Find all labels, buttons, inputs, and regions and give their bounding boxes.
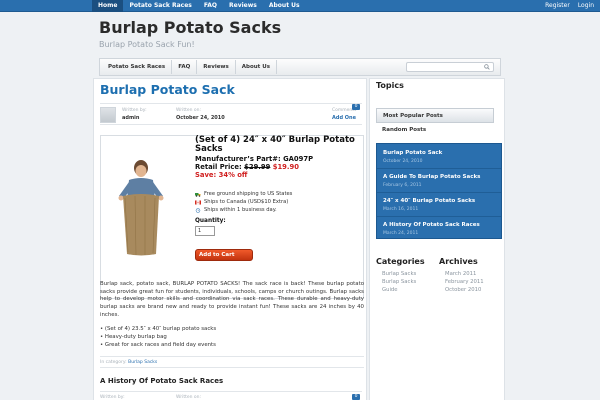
product-box: (Set of 4) 24″ x 40″ Burlap Potato Sacks… [100, 135, 364, 299]
category-link[interactable]: Burlap Sacks [382, 270, 416, 278]
site-title[interactable]: Burlap Potato Sacks [99, 18, 281, 37]
feature-list: • (Set of 4) 23.5″ x 40″ burlap potato s… [100, 326, 364, 349]
cart-label: Add to Cart [199, 252, 235, 258]
popular-post-date: March 16, 2011 [383, 207, 419, 212]
category-label: In category: [100, 360, 127, 365]
list-item: • (Set of 4) 23.5″ x 40″ burlap potato s… [100, 326, 217, 332]
avatar [100, 107, 116, 123]
tab-most-popular[interactable]: Most Popular Posts [376, 108, 494, 123]
shipping-us-text: Free ground shipping to US States [204, 191, 293, 197]
shipping-time-text: Ships within 1 business day. [204, 207, 277, 213]
shipping-time: Ships within 1 business day. [195, 207, 277, 213]
sale-price: $19.90 [272, 163, 299, 171]
top-nav-reviews[interactable]: Reviews [223, 0, 263, 12]
old-price: $29.99 [244, 163, 271, 171]
top-nav-potato-sack-races[interactable]: Potato Sack Races [123, 0, 197, 12]
divider [377, 192, 501, 193]
post-title[interactable]: Burlap Potato Sack [100, 82, 235, 97]
main-nav-potato-sack-races[interactable]: Potato Sack Races [102, 60, 173, 74]
next-post-meta: Written by: Written on: 0 [100, 391, 362, 400]
post-meta: Written by: admin Written on: October 24… [100, 103, 362, 125]
main-nav-faq[interactable]: FAQ [172, 60, 198, 74]
written-on-label: Written on: [176, 108, 202, 113]
truck-icon [195, 192, 201, 197]
search-input[interactable] [406, 62, 494, 72]
sidebar-title: Topics [376, 81, 404, 90]
post-date: October 24, 2010 [176, 115, 225, 121]
categories-title: Categories [376, 257, 425, 266]
main-nav-reviews[interactable]: Reviews [197, 60, 236, 74]
tab-random[interactable]: Random Posts [376, 123, 494, 138]
popular-post-link[interactable]: A Guide To Burlap Potato Sacks [383, 174, 480, 180]
site-tagline: Burlap Potato Sack Fun! [99, 40, 195, 49]
add-comment-link[interactable]: Add One [332, 115, 356, 121]
archive-link[interactable]: October 2010 [445, 286, 481, 294]
archive-link[interactable]: February 2011 [445, 278, 484, 286]
archive-link[interactable]: March 2011 [445, 270, 476, 278]
top-bar: Home Potato Sack Races FAQ Reviews About… [0, 0, 600, 12]
top-nav-about-us[interactable]: About Us [263, 0, 306, 12]
post-category: In category: Burlap Sacks [100, 356, 364, 368]
popular-posts-list: Burlap Potato Sack October 24, 2010 A Gu… [376, 143, 502, 239]
next-written-on-label: Written on: [176, 395, 202, 400]
comments-count-icon[interactable]: 0 [352, 104, 360, 110]
login-link[interactable]: Login [578, 0, 594, 11]
quantity-label: Quantity: [195, 218, 226, 224]
written-by-label: Written by: [122, 108, 147, 113]
top-nav-home[interactable]: Home [92, 0, 124, 12]
part-value: GA097P [283, 155, 314, 163]
quantity-input[interactable]: 1 [195, 226, 215, 236]
shipping-us: Free ground shipping to US States [195, 191, 292, 197]
shipping-canada: Ships to Canada (USD$10 Extra) [195, 199, 288, 205]
top-nav-faq[interactable]: FAQ [198, 0, 223, 12]
archives-title: Archives [439, 257, 478, 266]
product-title: (Set of 4) 24″ x 40″ Burlap Potato Sacks [195, 135, 355, 154]
clock-icon [195, 207, 201, 213]
canada-flag-icon [195, 199, 201, 205]
product-part-number: Manufacturer’s Part#: GA097P [195, 155, 313, 163]
main-nav: Potato Sack Races FAQ Reviews About Us [99, 58, 501, 76]
popular-post-date: March 24, 2011 [383, 231, 419, 236]
next-written-by-label: Written by: [100, 395, 125, 400]
top-nav: Home Potato Sack Races FAQ Reviews About… [92, 0, 306, 12]
category-link[interactable]: Burlap Sacks Guide [382, 278, 428, 294]
post-description: Burlap sack, potato sack, BURLAP POTATO … [100, 281, 364, 318]
popular-post-link[interactable]: A History Of Potato Sack Races [383, 222, 480, 228]
account-links: Register Login [537, 0, 594, 11]
sidebar-tabs: Most Popular Posts Random Posts [376, 108, 502, 138]
popular-post-date: February 6, 2011 [383, 183, 422, 188]
search-icon[interactable] [484, 64, 490, 70]
popular-post-link[interactable]: Burlap Potato Sack [383, 150, 442, 156]
main-content: Burlap Potato Sack Written by: admin Wri… [93, 78, 367, 400]
next-comments-count-icon[interactable]: 0 [352, 394, 360, 400]
author-name[interactable]: admin [122, 115, 139, 121]
register-link[interactable]: Register [545, 0, 570, 11]
category-link[interactable]: Burlap Sacks [128, 360, 157, 365]
product-savings: Save: 34% off [195, 171, 248, 179]
sidebar: Topics Most Popular Posts Random Posts B… [369, 78, 505, 400]
product-price: Retail Price: $29.99 $19.90 [195, 163, 299, 171]
shipping-canada-text: Ships to Canada (USD$10 Extra) [204, 199, 289, 205]
add-to-cart-button[interactable]: Add to Cart [195, 249, 253, 261]
product-image[interactable] [115, 158, 167, 258]
popular-post-link[interactable]: 24″ x 40″ Burlap Potato Sacks [383, 198, 475, 204]
price-label: Retail Price: [195, 163, 242, 171]
list-item: • Heavy-duty burlap bag [100, 333, 167, 340]
next-post-title[interactable]: A History Of Potato Sack Races [100, 377, 223, 385]
divider [377, 168, 501, 169]
part-label: Manufacturer’s Part#: [195, 155, 281, 163]
list-item: • Great for sack races and field day eve… [100, 341, 216, 348]
popular-post-date: October 24, 2010 [383, 159, 423, 164]
divider [377, 216, 501, 217]
main-nav-about-us[interactable]: About Us [236, 60, 277, 74]
